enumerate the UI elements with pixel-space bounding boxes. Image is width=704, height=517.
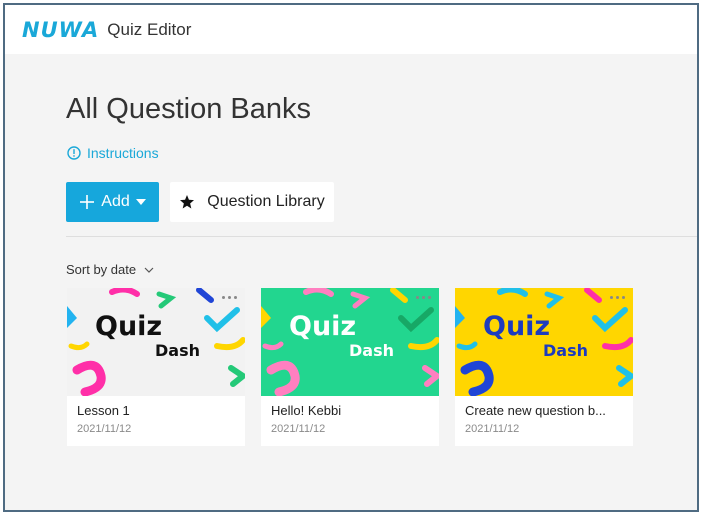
card-date: 2021/11/12 bbox=[271, 423, 326, 435]
card-name: Hello! Kebbi bbox=[271, 403, 342, 418]
card-thumbnail: Quiz Dash bbox=[455, 288, 633, 396]
thumb-title-line2: Dash bbox=[543, 341, 588, 360]
sort-label: Sort by date bbox=[66, 262, 137, 277]
card-name: Lesson 1 bbox=[77, 403, 130, 418]
more-dots-icon[interactable] bbox=[222, 296, 237, 299]
thumb-title-line1: Quiz bbox=[95, 311, 162, 342]
sort-dropdown[interactable]: Sort by date bbox=[66, 262, 154, 277]
info-circle-icon bbox=[67, 146, 81, 160]
card-thumbnail: Quiz Dash bbox=[67, 288, 245, 396]
add-button[interactable]: Add bbox=[66, 182, 159, 222]
app-window: NUWA Quiz Editor All Question Banks Inst… bbox=[3, 3, 699, 512]
card-date: 2021/11/12 bbox=[77, 423, 132, 435]
top-header: NUWA Quiz Editor bbox=[5, 5, 697, 54]
app-title: Quiz Editor bbox=[107, 19, 192, 39]
page-title: All Question Banks bbox=[66, 93, 312, 125]
card-name: Create new question b... bbox=[465, 403, 606, 418]
star-icon bbox=[179, 194, 195, 210]
toolbar-divider bbox=[66, 236, 697, 237]
more-dots-icon[interactable] bbox=[610, 296, 625, 299]
thumb-title-line1: Quiz bbox=[483, 311, 550, 342]
plus-icon bbox=[79, 194, 95, 210]
instructions-link[interactable]: Instructions bbox=[67, 145, 159, 161]
instructions-label: Instructions bbox=[87, 145, 159, 161]
caret-down-icon bbox=[135, 199, 146, 205]
more-dots-icon[interactable] bbox=[416, 296, 431, 299]
question-bank-card[interactable]: Quiz Dash Create new question b... 2021/… bbox=[455, 288, 633, 446]
thumb-title-line1: Quiz bbox=[289, 311, 356, 342]
card-thumbnail: Quiz Dash bbox=[261, 288, 439, 396]
chevron-down-icon bbox=[144, 267, 154, 273]
question-library-label: Question Library bbox=[207, 193, 325, 210]
thumb-title-line2: Dash bbox=[155, 341, 200, 360]
question-library-button[interactable]: Question Library bbox=[170, 182, 334, 222]
nuwa-logo: NUWA bbox=[22, 17, 100, 42]
card-date: 2021/11/12 bbox=[465, 423, 520, 435]
question-bank-grid: Quiz Dash Lesson 1 2021/11/12 Quiz Dash … bbox=[67, 288, 633, 446]
thumb-title-line2: Dash bbox=[349, 341, 394, 360]
question-bank-card[interactable]: Quiz Dash Hello! Kebbi 2021/11/12 bbox=[261, 288, 439, 446]
question-bank-card[interactable]: Quiz Dash Lesson 1 2021/11/12 bbox=[67, 288, 245, 446]
add-button-label: Add bbox=[101, 193, 130, 210]
